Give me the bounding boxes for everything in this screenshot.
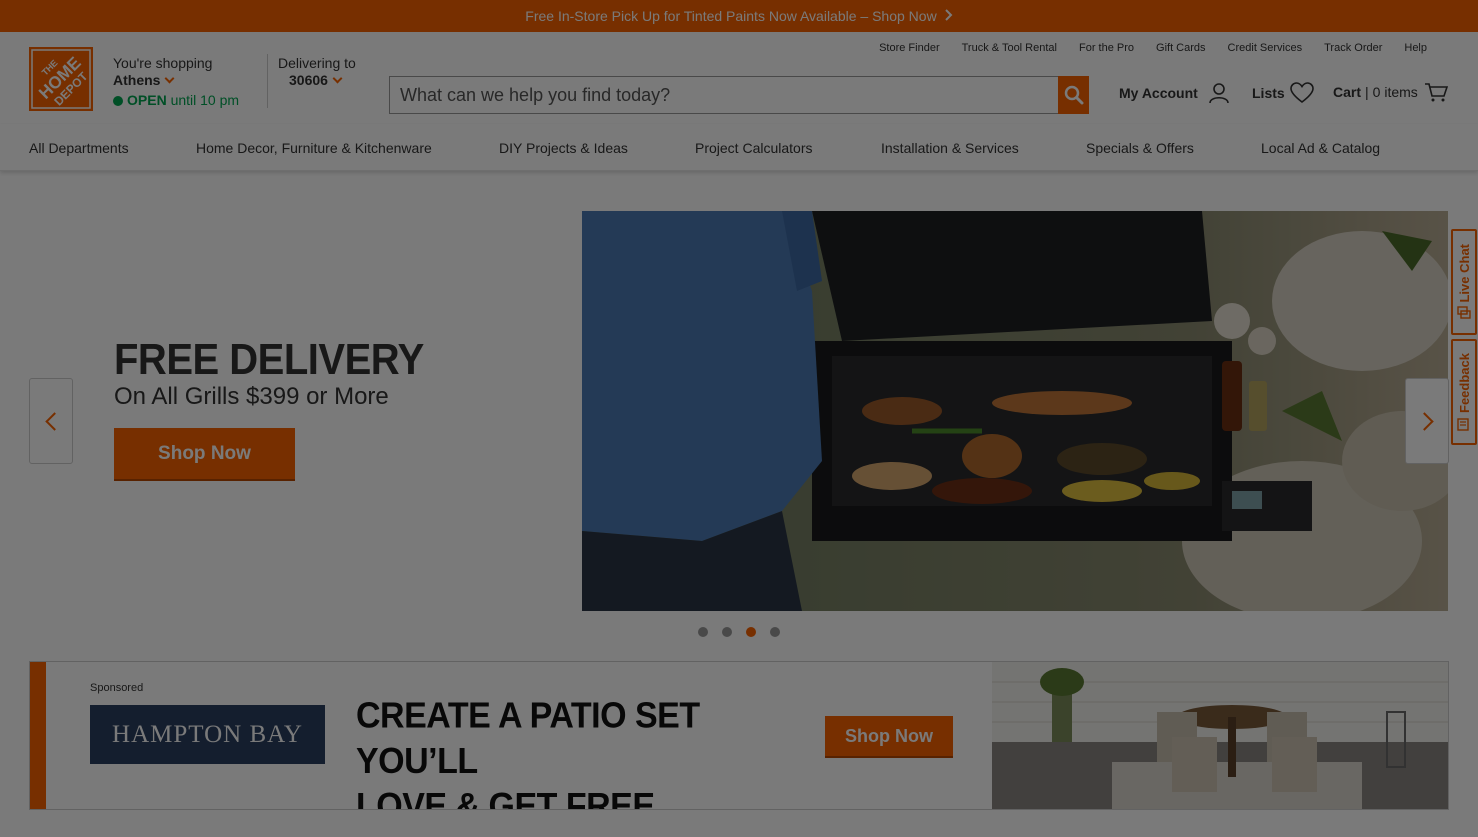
carousel-dot-2[interactable] xyxy=(722,627,732,637)
cart-separator: | xyxy=(1365,84,1369,100)
search-input[interactable] xyxy=(389,76,1058,114)
promo-banner[interactable]: Free In-Store Pick Up for Tinted Paints … xyxy=(0,0,1478,32)
nav-installation-services[interactable]: Installation & Services xyxy=(881,140,1019,156)
feedback-icon xyxy=(1457,418,1469,431)
link-for-the-pro[interactable]: For the Pro xyxy=(1079,42,1134,54)
search-icon xyxy=(1064,85,1083,105)
lists-label: Lists xyxy=(1252,85,1285,101)
nav-specials-offers[interactable]: Specials & Offers xyxy=(1086,140,1194,156)
hero-text: FREE DELIVERY On All Grills $399 or More xyxy=(114,336,424,411)
feedback-tab[interactable]: Feedback xyxy=(1451,339,1477,445)
carousel-dot-3[interactable] xyxy=(746,627,756,637)
link-credit-services[interactable]: Credit Services xyxy=(1228,42,1303,54)
carousel-next-button[interactable] xyxy=(1405,378,1449,464)
home-depot-logo[interactable]: THE HOME DEPOT xyxy=(29,47,93,111)
link-help[interactable]: Help xyxy=(1404,42,1427,54)
my-account-label: My Account xyxy=(1119,85,1198,101)
chevron-down-icon[interactable] xyxy=(332,73,343,84)
feedback-label: Feedback xyxy=(1456,353,1472,413)
nav-diy-projects[interactable]: DIY Projects & Ideas xyxy=(499,140,628,156)
cart-icon xyxy=(1424,83,1448,102)
nav-local-ad-catalog[interactable]: Local Ad & Catalog xyxy=(1261,140,1380,156)
sponsored-label: Sponsored xyxy=(90,682,144,694)
chat-icon xyxy=(1457,306,1471,319)
cart-label: Cart xyxy=(1333,84,1362,100)
hero-grill-image[interactable] xyxy=(582,211,1448,611)
banner-shop-now-button[interactable]: Shop Now xyxy=(825,716,953,756)
hero-title: FREE DELIVERY xyxy=(114,336,424,384)
carousel-indicators xyxy=(698,627,780,637)
user-icon xyxy=(1209,83,1229,104)
cart-count: 0 items xyxy=(1372,84,1418,100)
header-divider xyxy=(267,54,268,108)
live-chat-label: Live Chat xyxy=(1456,243,1472,303)
open-status-icon xyxy=(113,96,123,106)
my-account-button[interactable]: My Account xyxy=(1119,82,1230,104)
carousel-prev-button[interactable] xyxy=(29,378,73,464)
lists-button[interactable]: Lists xyxy=(1252,82,1314,104)
link-gift-cards[interactable]: Gift Cards xyxy=(1156,42,1206,54)
live-chat-tab[interactable]: Live Chat xyxy=(1451,229,1477,335)
promo-text[interactable]: Free In-Store Pick Up for Tinted Paints … xyxy=(525,8,936,24)
chevron-left-icon xyxy=(44,411,64,431)
delivery-zip-selector[interactable]: Delivering to 30606 xyxy=(278,55,356,89)
delivery-label: Delivering to xyxy=(278,55,356,71)
search-bar xyxy=(389,76,1089,114)
store-selector[interactable]: You're shopping Athens OPEN until 10 pm xyxy=(113,55,239,109)
search-button[interactable] xyxy=(1058,76,1089,114)
chevron-down-icon[interactable] xyxy=(165,73,175,84)
nav-all-departments[interactable]: All Departments xyxy=(29,140,129,156)
store-hours: until 10 pm xyxy=(170,92,240,108)
department-nav: All Departments Home Decor, Furniture & … xyxy=(0,124,1478,171)
store-status: OPEN xyxy=(127,92,167,108)
hero-subtitle: On All Grills $399 or More xyxy=(114,383,389,410)
banner-headline: CREATE A PATIO SET YOU’LL LOVE & GET FRE… xyxy=(356,694,796,810)
nav-home-decor[interactable]: Home Decor, Furniture & Kitchenware xyxy=(196,140,432,156)
hampton-bay-logo: HAMPTON BAY xyxy=(90,705,325,764)
link-store-finder[interactable]: Store Finder xyxy=(879,42,940,54)
cart-button[interactable]: Cart | 0 items xyxy=(1333,82,1448,102)
heart-icon xyxy=(1289,82,1314,104)
link-track-order[interactable]: Track Order xyxy=(1324,42,1382,54)
hero-shop-now-button[interactable]: Shop Now xyxy=(114,428,295,479)
site-header: THE HOME DEPOT You're shopping Athens OP… xyxy=(0,32,1478,124)
utility-links: Store Finder Truck & Tool Rental For the… xyxy=(879,42,1427,54)
nav-project-calculators[interactable]: Project Calculators xyxy=(695,140,813,156)
chevron-right-icon xyxy=(944,8,953,24)
link-truck-tool-rental[interactable]: Truck & Tool Rental xyxy=(962,42,1057,54)
banner-accent-stripe xyxy=(30,662,46,809)
store-label: You're shopping xyxy=(113,55,213,71)
delivery-zip[interactable]: 30606 xyxy=(278,72,328,89)
carousel-dot-4[interactable] xyxy=(770,627,780,637)
banner-headline-line2: LOVE & GET FREE DELIVERY xyxy=(356,786,655,810)
sponsored-banner[interactable]: Sponsored HAMPTON BAY CREATE A PATIO SET… xyxy=(29,661,1449,810)
banner-headline-line1: CREATE A PATIO SET YOU’LL xyxy=(356,696,700,782)
chevron-right-icon xyxy=(1414,411,1434,431)
carousel-dot-1[interactable] xyxy=(698,627,708,637)
store-city[interactable]: Athens xyxy=(113,72,160,88)
patio-set-image[interactable] xyxy=(992,662,1448,809)
